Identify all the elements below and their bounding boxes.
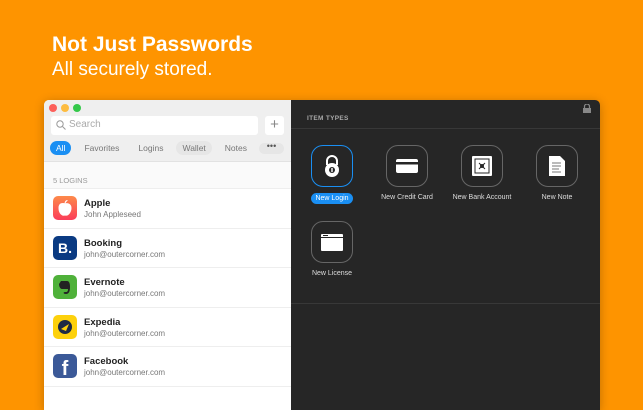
headline: Not Just Passwords xyxy=(52,33,253,56)
item-name: Facebook xyxy=(84,356,129,367)
list-item[interactable]: Apple John Appleseed xyxy=(44,189,291,229)
item-label: New Bank Account xyxy=(452,194,512,201)
list-item[interactable]: B. Booking john@outercorner.com xyxy=(44,229,291,268)
credit-card-icon xyxy=(386,145,428,187)
new-note-button[interactable]: New Note xyxy=(522,145,592,202)
expedia-icon xyxy=(53,314,77,339)
padlock-icon xyxy=(311,145,353,187)
minimize-button[interactable] xyxy=(61,104,69,112)
new-credit-card-button[interactable]: New Credit Card xyxy=(372,145,442,202)
search-placeholder: Search xyxy=(69,119,101,130)
category-tabs: All Favorites Logins Wallet Notes xyxy=(50,141,260,155)
item-username: john@outercorner.com xyxy=(84,328,166,338)
search-icon xyxy=(56,120,66,130)
list-item[interactable]: f Facebook john@outercorner.com xyxy=(44,347,291,387)
list-item[interactable]: Evernote john@outercorner.com xyxy=(44,268,291,308)
new-license-button[interactable]: New License xyxy=(297,221,367,278)
panel-title: ITEM TYPES xyxy=(307,115,349,122)
note-icon xyxy=(536,145,578,187)
item-username: john@outercorner.com xyxy=(84,368,166,377)
item-label: New Login xyxy=(311,193,353,204)
zoom-button[interactable] xyxy=(73,104,81,112)
list-header: 5 LOGINS xyxy=(44,162,291,189)
item-username: john@outercorner.com xyxy=(84,289,166,298)
subheadline: All securely stored. xyxy=(52,59,213,80)
item-name: Booking xyxy=(84,237,122,249)
sidebar: Search + All Favorites Logins Wallet Not… xyxy=(44,100,291,410)
app-window: Search + All Favorites Logins Wallet Not… xyxy=(44,100,600,410)
more-button[interactable]: ••• xyxy=(259,142,284,154)
new-bank-account-button[interactable]: New Bank Account xyxy=(447,145,517,202)
tab-logins[interactable]: Logins xyxy=(132,141,169,155)
evernote-icon xyxy=(53,275,77,299)
item-username: john@outercorner.com xyxy=(84,249,166,259)
toolbar: Search + All Favorites Logins Wallet Not… xyxy=(44,100,291,162)
list-item[interactable]: Expedia john@outercorner.com xyxy=(44,308,291,347)
search-input[interactable]: Search xyxy=(51,116,258,135)
booking-icon: B. xyxy=(53,235,77,260)
tab-wallet[interactable]: Wallet xyxy=(176,141,212,155)
tab-favorites[interactable]: Favorites xyxy=(78,141,125,155)
item-username: John Appleseed xyxy=(84,210,141,219)
new-login-button[interactable]: New Login xyxy=(297,145,367,204)
item-name: Apple xyxy=(84,198,111,209)
license-icon xyxy=(311,221,353,263)
apple-icon xyxy=(53,196,77,220)
add-item-button[interactable]: + xyxy=(265,116,284,135)
item-name: Expedia xyxy=(84,316,121,328)
safe-icon xyxy=(461,145,503,187)
item-types-panel: ITEM TYPES New Login New Credit Card New… xyxy=(291,100,600,410)
item-label: New Note xyxy=(541,194,573,201)
divider xyxy=(291,303,600,304)
divider xyxy=(291,128,600,129)
item-label: New Credit Card xyxy=(381,194,433,201)
item-name: Evernote xyxy=(84,277,125,288)
tab-all[interactable]: All xyxy=(50,141,72,155)
lock-icon[interactable] xyxy=(583,103,591,115)
tab-notes[interactable]: Notes xyxy=(219,141,253,155)
close-button[interactable] xyxy=(49,104,57,112)
facebook-icon: f xyxy=(53,354,77,380)
item-label: New License xyxy=(311,270,353,277)
